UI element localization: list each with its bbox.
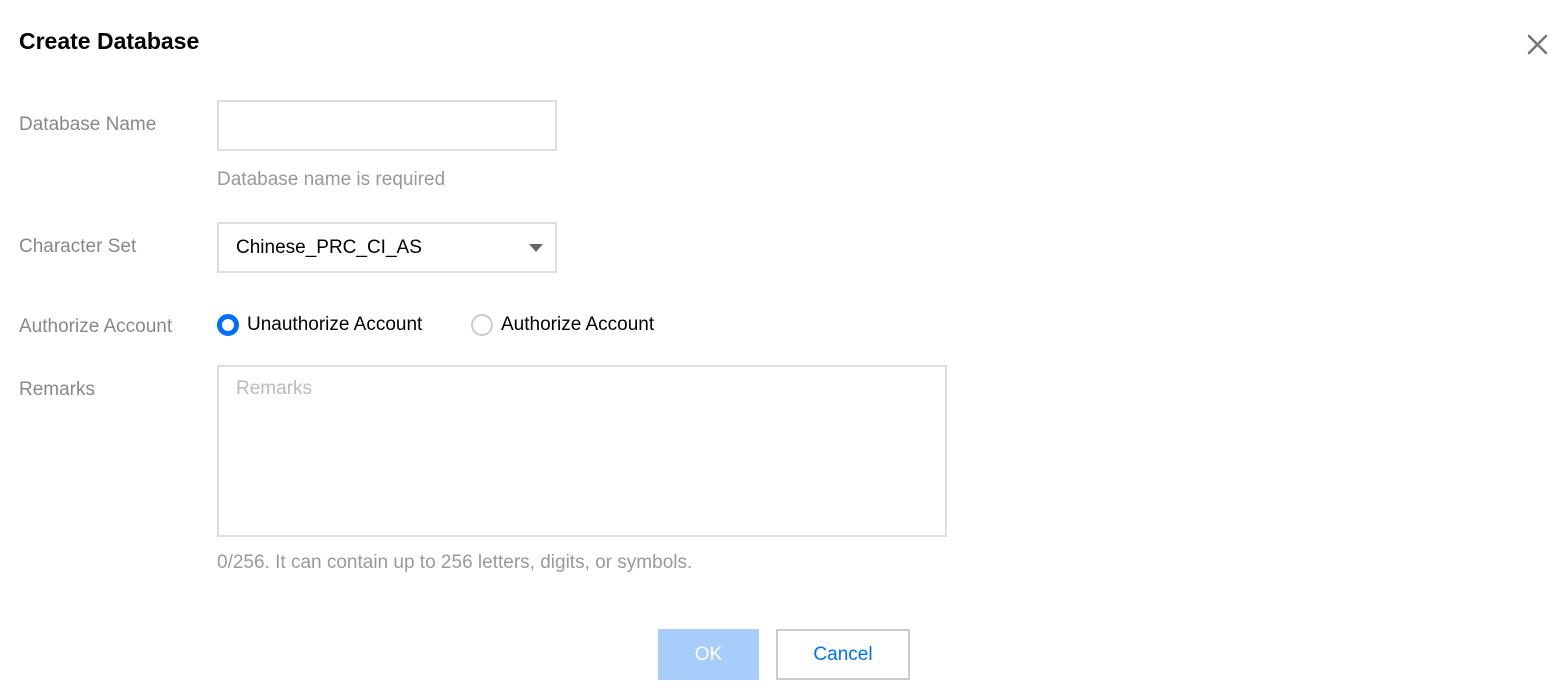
- database-name-hint: Database name is required: [217, 169, 446, 190]
- remarks-counter-hint: 0/256. It can contain up to 256 letters,…: [217, 552, 693, 573]
- ok-button[interactable]: OK: [658, 629, 759, 680]
- radio-authorize-account[interactable]: Authorize Account: [471, 312, 654, 338]
- close-button[interactable]: [1524, 30, 1552, 58]
- character-set-label: Character Set: [19, 236, 137, 257]
- authorize-account-label: Authorize Account: [19, 316, 173, 337]
- caret-down-icon: [529, 244, 543, 252]
- close-icon: [1527, 34, 1548, 55]
- character-set-value: Chinese_PRC_CI_AS: [236, 237, 422, 258]
- database-name-input[interactable]: [217, 100, 557, 151]
- radio-unauthorize-label: Unauthorize Account: [247, 314, 423, 335]
- radio-authorize-label: Authorize Account: [501, 314, 655, 335]
- database-name-label: Database Name: [19, 114, 157, 135]
- radio-unchecked-icon: [471, 314, 493, 336]
- dialog-title: Create Database: [19, 28, 200, 54]
- create-database-dialog: Create Database Database Name Database n…: [0, 0, 1568, 696]
- radio-unauthorize-account[interactable]: Unauthorize Account: [217, 312, 422, 338]
- remarks-textarea[interactable]: [217, 365, 947, 537]
- radio-checked-icon: [217, 314, 239, 336]
- remarks-label: Remarks: [19, 379, 96, 400]
- character-set-select[interactable]: Chinese_PRC_CI_AS: [217, 222, 557, 273]
- cancel-button[interactable]: Cancel: [776, 629, 910, 680]
